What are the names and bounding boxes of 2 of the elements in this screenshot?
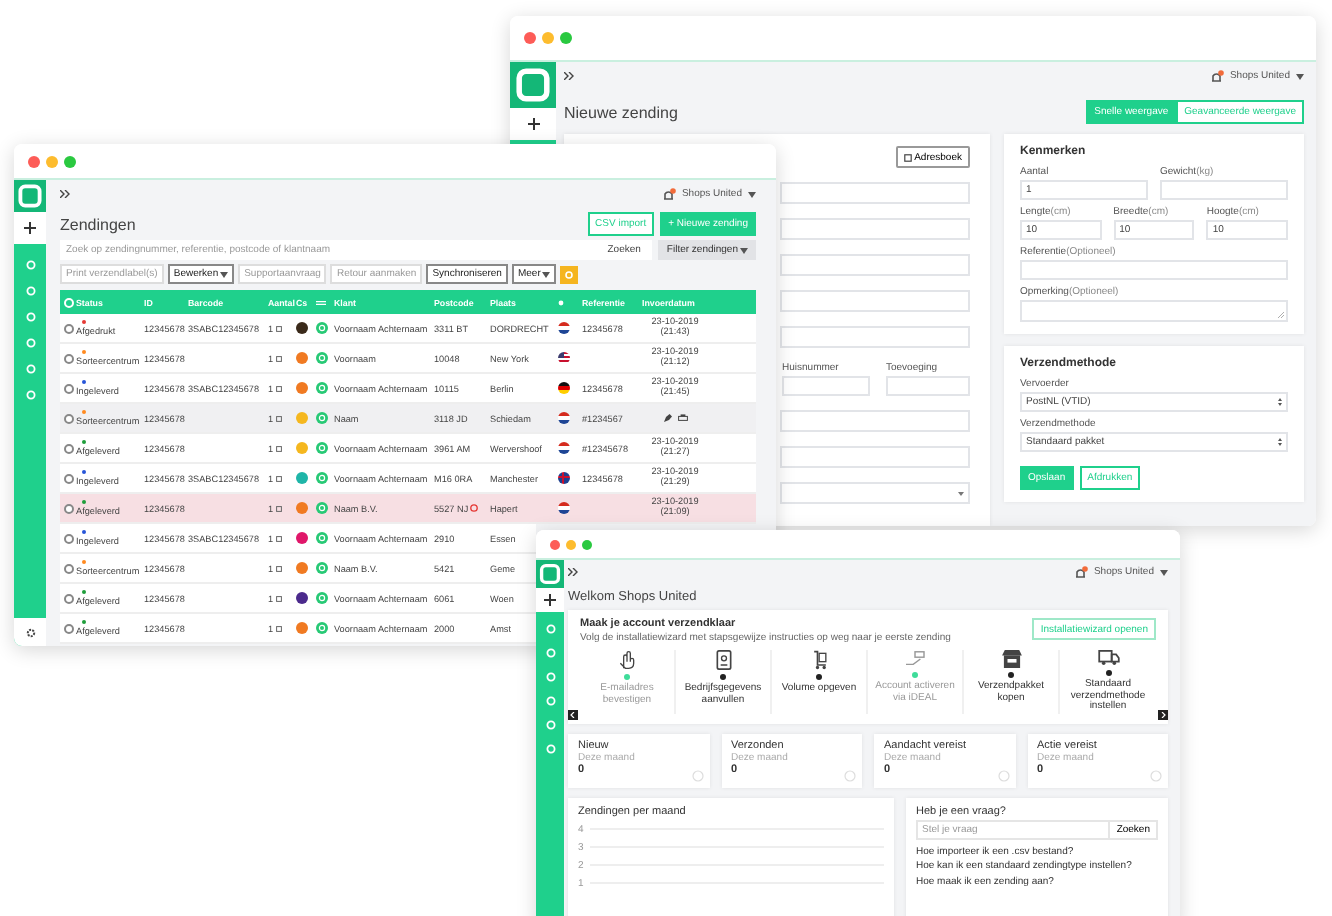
page-title: Nieuwe zending — [564, 103, 678, 121]
page-title: Zendingen — [60, 215, 136, 233]
